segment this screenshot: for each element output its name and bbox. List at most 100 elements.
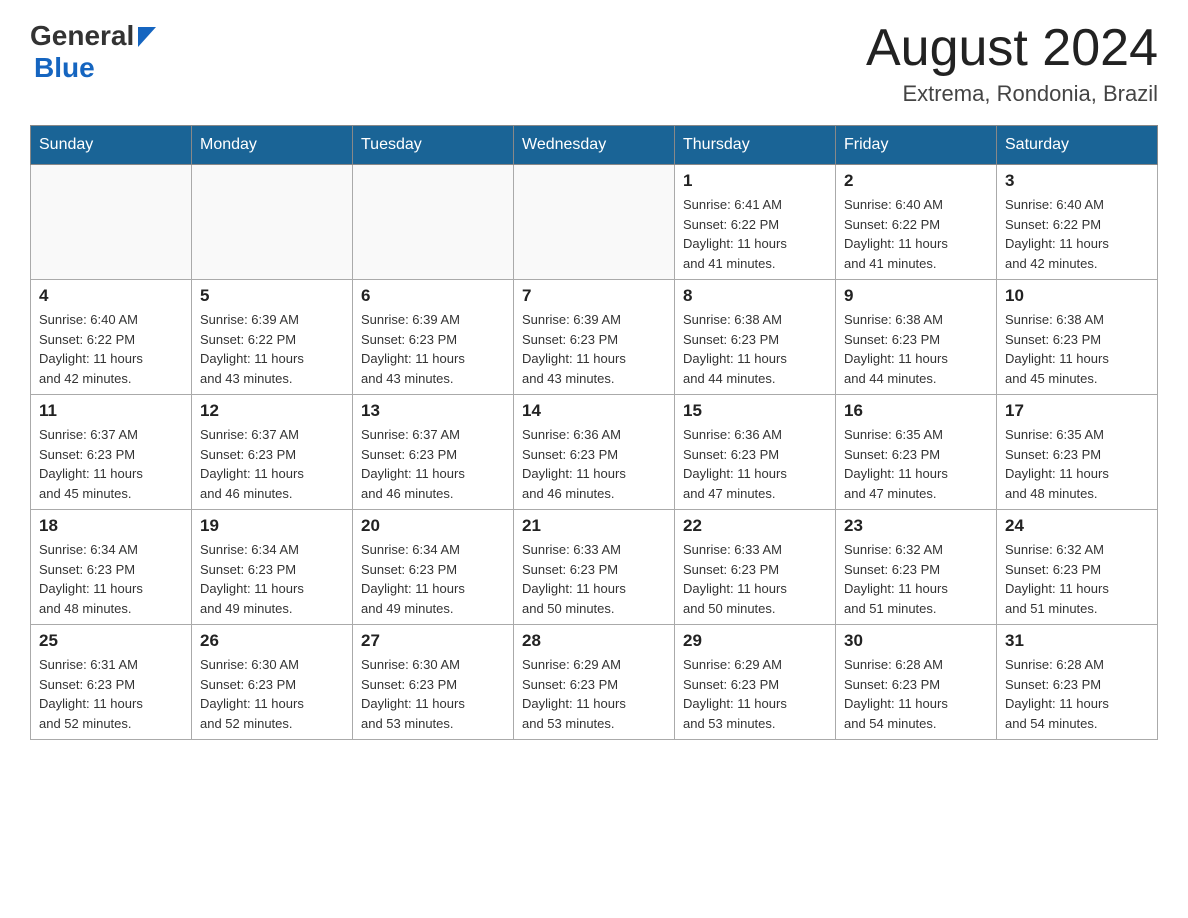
- day-number: 8: [683, 286, 827, 306]
- day-number: 14: [522, 401, 666, 421]
- calendar-cell: 27 Sunrise: 6:30 AMSunset: 6:23 PMDaylig…: [353, 625, 514, 740]
- day-cell-content: 11 Sunrise: 6:37 AMSunset: 6:23 PMDaylig…: [39, 401, 183, 503]
- day-info: Sunrise: 6:33 AMSunset: 6:23 PMDaylight:…: [683, 540, 827, 618]
- title-block: August 2024 Extrema, Rondonia, Brazil: [866, 20, 1158, 107]
- calendar-week-1: 1 Sunrise: 6:41 AMSunset: 6:22 PMDayligh…: [31, 165, 1158, 280]
- day-info: Sunrise: 6:37 AMSunset: 6:23 PMDaylight:…: [200, 425, 344, 503]
- day-info: Sunrise: 6:30 AMSunset: 6:23 PMDaylight:…: [200, 655, 344, 733]
- calendar-cell: 13 Sunrise: 6:37 AMSunset: 6:23 PMDaylig…: [353, 395, 514, 510]
- day-cell-content: 14 Sunrise: 6:36 AMSunset: 6:23 PMDaylig…: [522, 401, 666, 503]
- day-cell-content: 6 Sunrise: 6:39 AMSunset: 6:23 PMDayligh…: [361, 286, 505, 388]
- col-friday: Friday: [836, 126, 997, 165]
- calendar-cell: 3 Sunrise: 6:40 AMSunset: 6:22 PMDayligh…: [997, 165, 1158, 280]
- day-info: Sunrise: 6:34 AMSunset: 6:23 PMDaylight:…: [361, 540, 505, 618]
- calendar-cell: 20 Sunrise: 6:34 AMSunset: 6:23 PMDaylig…: [353, 510, 514, 625]
- day-number: 6: [361, 286, 505, 306]
- page-wrapper: General Blue August 2024 Extrema, Rondon…: [0, 0, 1188, 760]
- day-info: Sunrise: 6:30 AMSunset: 6:23 PMDaylight:…: [361, 655, 505, 733]
- day-number: 19: [200, 516, 344, 536]
- calendar-cell: 19 Sunrise: 6:34 AMSunset: 6:23 PMDaylig…: [192, 510, 353, 625]
- calendar-cell: 1 Sunrise: 6:41 AMSunset: 6:22 PMDayligh…: [675, 165, 836, 280]
- day-cell-content: 23 Sunrise: 6:32 AMSunset: 6:23 PMDaylig…: [844, 516, 988, 618]
- empty-content: [39, 171, 183, 261]
- day-cell-content: 25 Sunrise: 6:31 AMSunset: 6:23 PMDaylig…: [39, 631, 183, 733]
- day-number: 7: [522, 286, 666, 306]
- day-cell-content: 22 Sunrise: 6:33 AMSunset: 6:23 PMDaylig…: [683, 516, 827, 618]
- day-info: Sunrise: 6:32 AMSunset: 6:23 PMDaylight:…: [1005, 540, 1149, 618]
- day-number: 11: [39, 401, 183, 421]
- header-row: Sunday Monday Tuesday Wednesday Thursday…: [31, 126, 1158, 165]
- empty-content: [361, 171, 505, 261]
- day-info: Sunrise: 6:40 AMSunset: 6:22 PMDaylight:…: [1005, 195, 1149, 273]
- day-info: Sunrise: 6:40 AMSunset: 6:22 PMDaylight:…: [39, 310, 183, 388]
- day-number: 26: [200, 631, 344, 651]
- day-cell-content: 16 Sunrise: 6:35 AMSunset: 6:23 PMDaylig…: [844, 401, 988, 503]
- day-info: Sunrise: 6:36 AMSunset: 6:23 PMDaylight:…: [522, 425, 666, 503]
- day-cell-content: 18 Sunrise: 6:34 AMSunset: 6:23 PMDaylig…: [39, 516, 183, 618]
- calendar-cell: 12 Sunrise: 6:37 AMSunset: 6:23 PMDaylig…: [192, 395, 353, 510]
- day-number: 31: [1005, 631, 1149, 651]
- calendar-cell: [353, 165, 514, 280]
- calendar-cell: 31 Sunrise: 6:28 AMSunset: 6:23 PMDaylig…: [997, 625, 1158, 740]
- calendar-week-3: 11 Sunrise: 6:37 AMSunset: 6:23 PMDaylig…: [31, 395, 1158, 510]
- calendar-cell: 22 Sunrise: 6:33 AMSunset: 6:23 PMDaylig…: [675, 510, 836, 625]
- day-number: 23: [844, 516, 988, 536]
- calendar-cell: 16 Sunrise: 6:35 AMSunset: 6:23 PMDaylig…: [836, 395, 997, 510]
- calendar-body: 1 Sunrise: 6:41 AMSunset: 6:22 PMDayligh…: [31, 165, 1158, 740]
- day-cell-content: 21 Sunrise: 6:33 AMSunset: 6:23 PMDaylig…: [522, 516, 666, 618]
- col-wednesday: Wednesday: [514, 126, 675, 165]
- day-number: 16: [844, 401, 988, 421]
- day-cell-content: 1 Sunrise: 6:41 AMSunset: 6:22 PMDayligh…: [683, 171, 827, 273]
- day-info: Sunrise: 6:32 AMSunset: 6:23 PMDaylight:…: [844, 540, 988, 618]
- day-number: 21: [522, 516, 666, 536]
- day-number: 24: [1005, 516, 1149, 536]
- day-info: Sunrise: 6:38 AMSunset: 6:23 PMDaylight:…: [844, 310, 988, 388]
- day-info: Sunrise: 6:34 AMSunset: 6:23 PMDaylight:…: [39, 540, 183, 618]
- day-cell-content: 3 Sunrise: 6:40 AMSunset: 6:22 PMDayligh…: [1005, 171, 1149, 273]
- day-cell-content: 7 Sunrise: 6:39 AMSunset: 6:23 PMDayligh…: [522, 286, 666, 388]
- day-cell-content: 24 Sunrise: 6:32 AMSunset: 6:23 PMDaylig…: [1005, 516, 1149, 618]
- day-info: Sunrise: 6:40 AMSunset: 6:22 PMDaylight:…: [844, 195, 988, 273]
- day-number: 13: [361, 401, 505, 421]
- day-cell-content: 10 Sunrise: 6:38 AMSunset: 6:23 PMDaylig…: [1005, 286, 1149, 388]
- calendar-cell: 28 Sunrise: 6:29 AMSunset: 6:23 PMDaylig…: [514, 625, 675, 740]
- calendar-cell: 8 Sunrise: 6:38 AMSunset: 6:23 PMDayligh…: [675, 280, 836, 395]
- calendar-cell: 25 Sunrise: 6:31 AMSunset: 6:23 PMDaylig…: [31, 625, 192, 740]
- calendar-cell: 11 Sunrise: 6:37 AMSunset: 6:23 PMDaylig…: [31, 395, 192, 510]
- day-number: 2: [844, 171, 988, 191]
- day-number: 9: [844, 286, 988, 306]
- col-thursday: Thursday: [675, 126, 836, 165]
- day-info: Sunrise: 6:38 AMSunset: 6:23 PMDaylight:…: [683, 310, 827, 388]
- day-info: Sunrise: 6:35 AMSunset: 6:23 PMDaylight:…: [844, 425, 988, 503]
- day-cell-content: 19 Sunrise: 6:34 AMSunset: 6:23 PMDaylig…: [200, 516, 344, 618]
- day-info: Sunrise: 6:37 AMSunset: 6:23 PMDaylight:…: [39, 425, 183, 503]
- day-cell-content: 26 Sunrise: 6:30 AMSunset: 6:23 PMDaylig…: [200, 631, 344, 733]
- col-sunday: Sunday: [31, 126, 192, 165]
- day-cell-content: 30 Sunrise: 6:28 AMSunset: 6:23 PMDaylig…: [844, 631, 988, 733]
- logo-arrow-icon: [138, 27, 156, 52]
- day-info: Sunrise: 6:33 AMSunset: 6:23 PMDaylight:…: [522, 540, 666, 618]
- calendar-cell: 18 Sunrise: 6:34 AMSunset: 6:23 PMDaylig…: [31, 510, 192, 625]
- day-number: 22: [683, 516, 827, 536]
- day-number: 27: [361, 631, 505, 651]
- day-cell-content: 29 Sunrise: 6:29 AMSunset: 6:23 PMDaylig…: [683, 631, 827, 733]
- calendar-cell: 9 Sunrise: 6:38 AMSunset: 6:23 PMDayligh…: [836, 280, 997, 395]
- day-number: 18: [39, 516, 183, 536]
- day-info: Sunrise: 6:39 AMSunset: 6:22 PMDaylight:…: [200, 310, 344, 388]
- day-info: Sunrise: 6:39 AMSunset: 6:23 PMDaylight:…: [361, 310, 505, 388]
- day-cell-content: 12 Sunrise: 6:37 AMSunset: 6:23 PMDaylig…: [200, 401, 344, 503]
- logo-line1: General: [30, 20, 156, 52]
- calendar-header: Sunday Monday Tuesday Wednesday Thursday…: [31, 126, 1158, 165]
- empty-content: [522, 171, 666, 261]
- col-tuesday: Tuesday: [353, 126, 514, 165]
- logo-line2: Blue: [34, 52, 95, 84]
- calendar-week-4: 18 Sunrise: 6:34 AMSunset: 6:23 PMDaylig…: [31, 510, 1158, 625]
- day-cell-content: 31 Sunrise: 6:28 AMSunset: 6:23 PMDaylig…: [1005, 631, 1149, 733]
- day-info: Sunrise: 6:41 AMSunset: 6:22 PMDaylight:…: [683, 195, 827, 273]
- day-cell-content: 5 Sunrise: 6:39 AMSunset: 6:22 PMDayligh…: [200, 286, 344, 388]
- day-cell-content: 8 Sunrise: 6:38 AMSunset: 6:23 PMDayligh…: [683, 286, 827, 388]
- day-cell-content: 9 Sunrise: 6:38 AMSunset: 6:23 PMDayligh…: [844, 286, 988, 388]
- day-info: Sunrise: 6:38 AMSunset: 6:23 PMDaylight:…: [1005, 310, 1149, 388]
- day-info: Sunrise: 6:31 AMSunset: 6:23 PMDaylight:…: [39, 655, 183, 733]
- day-cell-content: 27 Sunrise: 6:30 AMSunset: 6:23 PMDaylig…: [361, 631, 505, 733]
